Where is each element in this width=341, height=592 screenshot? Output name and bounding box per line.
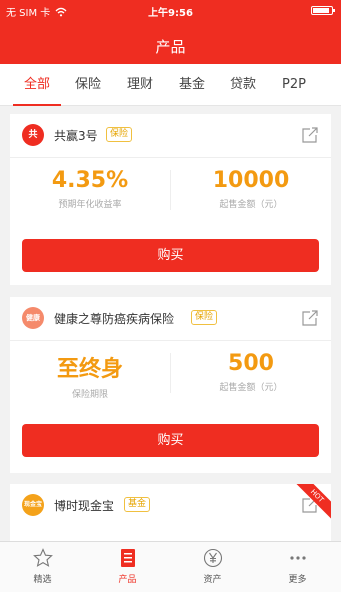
product-logo: 健康: [22, 307, 44, 329]
card-header: 健康 健康之尊防癌疾病保险 保险: [10, 297, 331, 341]
yield-value: 4.35%: [51, 168, 129, 193]
star-icon: [33, 548, 53, 567]
buy-button[interactable]: 购买: [22, 239, 319, 272]
list-icon: [121, 549, 135, 567]
product-tag: 保险: [106, 127, 133, 142]
more-icon: [290, 556, 306, 560]
product-card[interactable]: 健康 健康之尊防癌疾病保险 保险 至终身 保险期限 500 起售金额（元） 购买: [10, 297, 331, 473]
tab-p2p[interactable]: P2P: [266, 64, 322, 106]
share-icon[interactable]: [301, 309, 319, 327]
tabbar-products[interactable]: 产品: [85, 542, 170, 592]
share-icon[interactable]: [301, 126, 319, 144]
yield-label: 预期年化收益率: [58, 200, 122, 210]
status-bar: 无 SIM 卡 上午9:56: [0, 0, 341, 20]
min-amount-label: 起售金额（元）: [219, 383, 283, 393]
card-header: 现金宝 博时现金宝 基金: [10, 484, 331, 528]
buy-button[interactable]: 购买: [22, 424, 319, 457]
tabbar-label: 精选: [33, 575, 52, 585]
tabbar-label: 更多: [288, 575, 307, 585]
product-logo: 现金宝: [22, 494, 44, 516]
tab-loan[interactable]: 贷款: [215, 64, 271, 106]
product-name: 健康之尊防癌疾病保险: [54, 312, 175, 326]
status-time: 上午9:56: [148, 8, 193, 19]
app-header: 无 SIM 卡 上午9:56 产品: [0, 0, 341, 64]
tabbar-assets[interactable]: 资产: [170, 542, 255, 592]
min-amount-label: 起售金额（元）: [219, 200, 283, 210]
yield-stat: 4.35% 预期年化收益率: [10, 168, 170, 210]
card-header: 共 共赢3号 保险: [10, 114, 331, 158]
product-card[interactable]: 共 共赢3号 保险 4.35% 预期年化收益率 10000 起售金额（元） 购买: [10, 114, 331, 285]
term-value: 至终身: [56, 357, 123, 382]
tab-fund[interactable]: 基金: [164, 64, 220, 106]
term-stat: 至终身 保险期限: [10, 351, 170, 400]
term-label: 保险期限: [71, 390, 108, 400]
product-logo: 共: [22, 124, 44, 146]
page-title: 产品: [155, 38, 186, 56]
tabbar-featured[interactable]: 精选: [0, 542, 85, 592]
product-tag: 基金: [124, 497, 151, 512]
min-amount-value: 500: [228, 351, 274, 376]
category-tabs: 全部 保险 理财 基金 贷款 P2P: [0, 64, 341, 106]
product-card[interactable]: 现金宝 博时现金宝 基金 HOT: [10, 484, 331, 541]
tabbar-label: 产品: [118, 575, 137, 585]
battery-icon: [311, 6, 335, 15]
tab-wealth[interactable]: 理财: [112, 64, 168, 106]
min-amount-value: 10000: [212, 168, 290, 193]
tabbar-label: 资产: [203, 575, 222, 585]
product-name: 共赢3号: [54, 129, 98, 143]
min-amount-stat: 10000 起售金额（元）: [171, 168, 331, 210]
yen-icon: [203, 548, 223, 568]
bottom-tabbar: 精选 产品 资产 更多: [0, 541, 341, 592]
tab-insurance[interactable]: 保险: [60, 64, 116, 106]
tab-all[interactable]: 全部: [9, 64, 65, 106]
product-name: 博时现金宝: [54, 499, 115, 513]
tabbar-more[interactable]: 更多: [255, 542, 340, 592]
product-tag: 保险: [191, 310, 218, 325]
min-amount-stat: 500 起售金额（元）: [171, 351, 331, 393]
